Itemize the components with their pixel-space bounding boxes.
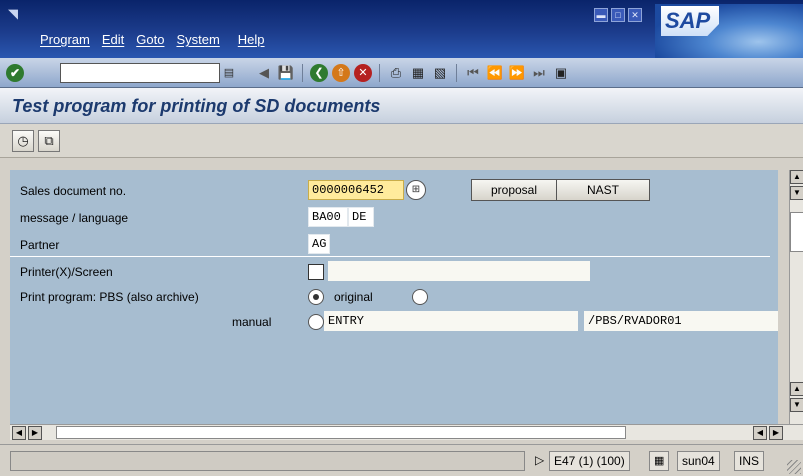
enter-icon[interactable]: ✔	[6, 64, 24, 82]
row-message-language: message / language BA00 DE	[10, 205, 778, 231]
variant-icon[interactable]: ⧉	[38, 130, 60, 152]
print-program-label: Print program: PBS (also archive)	[20, 290, 199, 304]
toolbar-separator	[302, 64, 303, 82]
execute-icon[interactable]: ◷	[12, 130, 34, 152]
printer-screen-label: Printer(X)/Screen	[20, 265, 113, 279]
row-sales-document: Sales document no. 0000006452 ⊞ proposal…	[10, 178, 778, 204]
row-printer-screen: Printer(X)/Screen	[10, 259, 778, 285]
toolbar-icons: ◀ 💾 ❮ ⇧ ✕ ⎙ ▦ ▧ ⏮ ⏪ ⏩ ⏭ ▣	[255, 64, 570, 82]
toolbar-separator	[456, 64, 457, 82]
printer-screen-field[interactable]	[328, 261, 590, 281]
status-server: sun04	[677, 451, 720, 471]
menu-list: Program Edit Goto System Help	[40, 32, 265, 47]
menu-program[interactable]: Program	[40, 32, 90, 47]
title-area: Test program for printing of SD document…	[0, 88, 803, 124]
next-page-icon[interactable]: ⏩	[508, 64, 526, 82]
message-field[interactable]: BA00	[308, 207, 348, 227]
first-page-icon[interactable]: ⏮	[464, 64, 482, 82]
row-print-program: Print program: PBS (also archive) origin…	[10, 284, 778, 310]
command-field[interactable]	[60, 63, 220, 83]
language-field[interactable]: DE	[348, 207, 374, 227]
scroll-left-icon[interactable]: ◀	[753, 426, 767, 440]
row-partner: Partner AG	[10, 232, 778, 258]
radio-other[interactable]	[412, 289, 428, 305]
application-toolbar: ◷ ⧉	[0, 124, 803, 158]
selection-screen: Sales document no. 0000006452 ⊞ proposal…	[10, 170, 778, 424]
vertical-scrollbar[interactable]: ▲ ▼ ▲ ▼	[789, 170, 803, 424]
horizontal-scrollbar[interactable]: ◀ ▶ ◀ ▶	[10, 424, 803, 440]
menu-help[interactable]: Help	[238, 32, 265, 47]
menu-edit[interactable]: Edit	[102, 32, 124, 47]
page-title: Test program for printing of SD document…	[12, 96, 381, 116]
matchcode-icon[interactable]: ⊞	[406, 180, 426, 200]
sap-logo-text: SAP	[661, 6, 719, 36]
original-label: original	[334, 290, 373, 304]
exit-icon[interactable]: ⇧	[332, 64, 350, 82]
radio-manual[interactable]	[308, 314, 324, 330]
menu-goto[interactable]: Goto	[136, 32, 164, 47]
create-session-icon[interactable]: ▣	[552, 64, 570, 82]
cancel-icon[interactable]: ✕	[354, 64, 372, 82]
print-icon[interactable]: ⎙	[387, 64, 405, 82]
sales-document-field[interactable]: 0000006452	[308, 180, 404, 200]
window-controls: ▬ □ ✕	[594, 8, 642, 22]
command-history-icon[interactable]: ▤	[222, 66, 236, 80]
entry-field[interactable]: ENTRY	[324, 311, 578, 331]
last-page-icon[interactable]: ⏭	[530, 64, 548, 82]
close-icon[interactable]: ✕	[628, 8, 642, 22]
back-circle-icon[interactable]: ❮	[310, 64, 328, 82]
back-icon[interactable]: ◀	[255, 64, 273, 82]
save-icon[interactable]: 💾	[277, 64, 295, 82]
status-message	[10, 451, 525, 471]
printer-screen-checkbox[interactable]	[308, 264, 324, 280]
scroll-right-icon[interactable]: ▶	[28, 426, 42, 440]
scroll-down-icon[interactable]: ▼	[790, 398, 803, 412]
scroll-up-icon[interactable]: ▲	[790, 382, 803, 396]
message-language-label: message / language	[20, 211, 129, 225]
horizontal-scroll-thumb[interactable]	[56, 426, 626, 439]
scroll-down-icon[interactable]: ▼	[790, 186, 803, 200]
menu-system[interactable]: System	[176, 32, 219, 47]
maximize-icon[interactable]: □	[611, 8, 625, 22]
row-manual: manual ENTRY /PBS/RVADOR01	[10, 309, 778, 335]
standard-toolbar: ✔ ▤ ◀ 💾 ❮ ⇧ ✕ ⎙ ▦ ▧ ⏮ ⏪ ⏩ ⏭ ▣	[0, 58, 803, 88]
toolbar-separator	[379, 64, 380, 82]
scroll-up-icon[interactable]: ▲	[790, 170, 803, 184]
manual-label: manual	[232, 315, 272, 329]
partner-field[interactable]: AG	[308, 234, 330, 254]
scroll-left-icon[interactable]: ◀	[12, 426, 26, 440]
previous-page-icon[interactable]: ⏪	[486, 64, 504, 82]
system-menu-icon[interactable]: ◥	[8, 6, 18, 22]
menu-bar: ◥ Program Edit Goto System Help ▬ □ ✕ SA…	[0, 0, 803, 58]
sales-document-label: Sales document no.	[20, 184, 127, 198]
resize-grip[interactable]	[787, 460, 801, 474]
minimize-icon[interactable]: ▬	[594, 8, 608, 22]
status-mode: INS	[734, 451, 765, 471]
status-session: E47 (1) (100)	[549, 451, 630, 471]
divider-line	[10, 256, 770, 257]
find-next-icon[interactable]: ▧	[431, 64, 449, 82]
proposal-button[interactable]: proposal	[471, 179, 557, 201]
sap-logo: SAP	[655, 4, 803, 58]
partner-label: Partner	[20, 238, 60, 252]
program-field[interactable]: /PBS/RVADOR01	[584, 311, 778, 331]
find-icon[interactable]: ▦	[409, 64, 427, 82]
vertical-scroll-thumb[interactable]	[790, 212, 803, 252]
status-session-icon[interactable]: ▦	[649, 451, 670, 471]
scroll-right-icon[interactable]: ▶	[769, 426, 783, 440]
radio-original[interactable]	[308, 289, 324, 305]
status-bar: ▷ E47 (1) (100) ▦ sun04 INS	[0, 444, 803, 476]
nast-button[interactable]: NAST	[556, 179, 650, 201]
status-expand-icon[interactable]: ▷	[531, 451, 548, 471]
